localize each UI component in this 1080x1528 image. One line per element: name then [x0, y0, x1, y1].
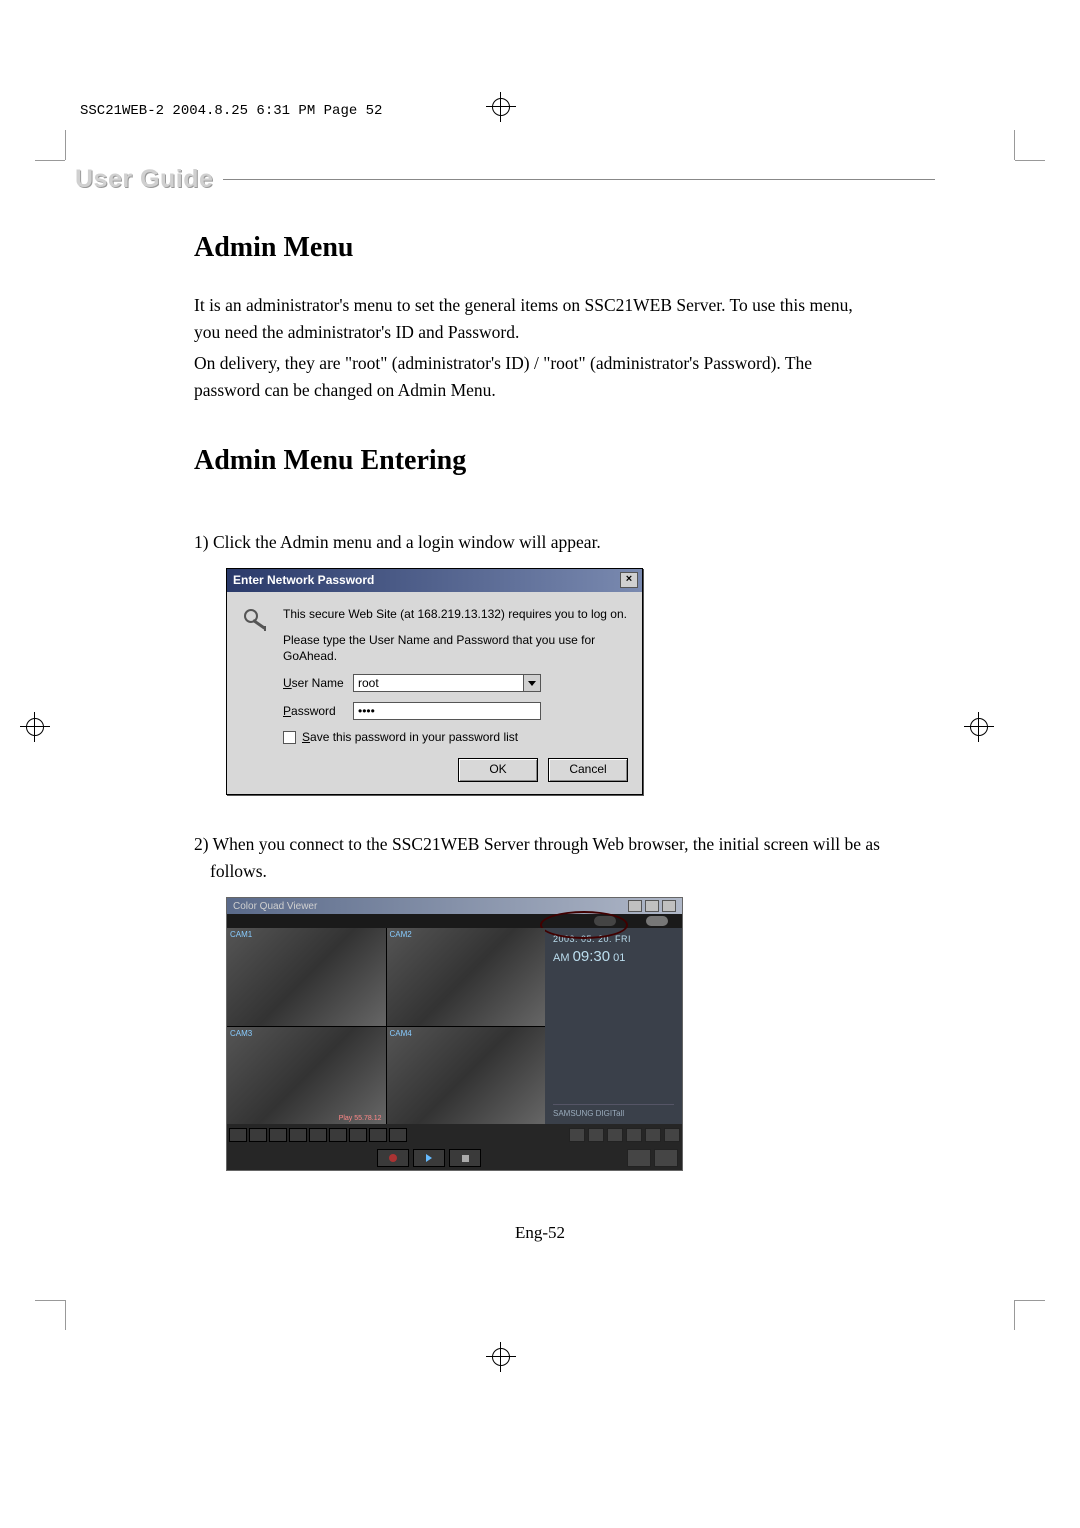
toolbar-button[interactable]: [369, 1128, 387, 1142]
print-header: SSC21WEB-2 2004.8.25 6:31 PM Page 52: [80, 103, 382, 119]
dialog-titlebar: Enter Network Password ×: [227, 569, 642, 592]
viewer-playback-controls: [227, 1146, 682, 1170]
layout-2-icon[interactable]: [588, 1128, 604, 1142]
crop-corner: [1015, 160, 1045, 161]
close-button[interactable]: ×: [620, 572, 638, 588]
step-2: 2) When you connect to the SSC21WEB Serv…: [194, 831, 882, 885]
chevron-down-icon: [528, 681, 536, 686]
dialog-message-2: Please type the User Name and Password t…: [283, 632, 628, 664]
maximize-icon[interactable]: [645, 900, 659, 912]
stop-button[interactable]: [449, 1149, 481, 1167]
section-rule: [223, 179, 935, 180]
viewer-titlebar: Color Quad Viewer: [227, 898, 682, 914]
crop-corner: [35, 160, 65, 161]
camera-2[interactable]: CAM2: [387, 928, 546, 1026]
viewer-screenshot: Color Quad Viewer CAM1 CAM2 CAM3 Play 55…: [226, 897, 683, 1171]
username-label: User Name: [283, 676, 353, 690]
paragraph: On delivery, they are "root" (administra…: [194, 350, 882, 404]
dialog-message-1: This secure Web Site (at 168.219.13.132)…: [283, 606, 628, 622]
viewer-title-text: Color Quad Viewer: [233, 901, 317, 912]
toolbar-button[interactable]: [329, 1128, 347, 1142]
save-password-checkbox[interactable]: [283, 731, 296, 744]
viewer-side-panel: 2003. 05. 20. FRI AM 09:30 01 SAMSUNG DI…: [545, 928, 682, 1124]
save-password-label: Save this password in your password list: [302, 730, 518, 744]
control-button[interactable]: [654, 1149, 678, 1167]
record-button[interactable]: [377, 1149, 409, 1167]
crop-corner: [1014, 130, 1015, 160]
password-label: Password: [283, 704, 353, 718]
control-button[interactable]: [627, 1149, 651, 1167]
play-timestamp: Play 55.78.12: [339, 1115, 382, 1122]
heading-admin-menu: Admin Menu: [194, 232, 882, 264]
ok-button[interactable]: OK: [458, 758, 538, 782]
toolbar-button[interactable]: [269, 1128, 287, 1142]
toolbar-button[interactable]: [289, 1128, 307, 1142]
crop-corner: [1015, 1300, 1045, 1301]
page-number: Eng-52: [0, 1223, 1080, 1243]
toolbar-button[interactable]: [309, 1128, 327, 1142]
toolbar-button[interactable]: [249, 1128, 267, 1142]
play-button[interactable]: [413, 1149, 445, 1167]
layout-fullscreen-icon[interactable]: [664, 1128, 680, 1142]
crop-corner: [65, 1300, 66, 1330]
section-title: User Guide: [75, 165, 213, 194]
cancel-button[interactable]: Cancel: [548, 758, 628, 782]
minimize-icon[interactable]: [628, 900, 642, 912]
key-icon: [241, 606, 273, 638]
camera-quad-grid: CAM1 CAM2 CAM3 Play 55.78.12 CAM4: [227, 928, 545, 1124]
step-1: 1) Click the Admin menu and a login wind…: [194, 529, 882, 556]
camera-1[interactable]: CAM1: [227, 928, 386, 1026]
toolbar-button[interactable]: [229, 1128, 247, 1142]
crop-corner: [35, 1300, 65, 1301]
close-icon[interactable]: [662, 900, 676, 912]
dialog-title-text: Enter Network Password: [233, 573, 374, 587]
admin-menu-icon[interactable]: [646, 916, 668, 926]
layout-1-icon[interactable]: [569, 1128, 585, 1142]
viewer-time: AM 09:30 01: [553, 948, 674, 965]
viewer-bottom-bar: [227, 1124, 682, 1146]
crop-corner: [65, 130, 66, 160]
toolbar-button[interactable]: [389, 1128, 407, 1142]
layout-9-icon[interactable]: [626, 1128, 642, 1142]
username-dropdown-button[interactable]: [523, 674, 541, 692]
password-input[interactable]: [353, 702, 541, 720]
layout-4-icon[interactable]: [607, 1128, 623, 1142]
username-input[interactable]: [353, 674, 523, 692]
paragraph: It is an administrator's menu to set the…: [194, 292, 882, 346]
login-dialog: Enter Network Password × This secure Web…: [226, 568, 643, 796]
layout-16-icon[interactable]: [645, 1128, 661, 1142]
camera-4[interactable]: CAM4: [387, 1027, 546, 1125]
brand-label: SAMSUNG DIGITall: [553, 1104, 674, 1118]
heading-admin-menu-entering: Admin Menu Entering: [194, 445, 882, 477]
toolbar-button[interactable]: [349, 1128, 367, 1142]
camera-3[interactable]: CAM3 Play 55.78.12: [227, 1027, 386, 1125]
crop-corner: [1014, 1300, 1015, 1330]
